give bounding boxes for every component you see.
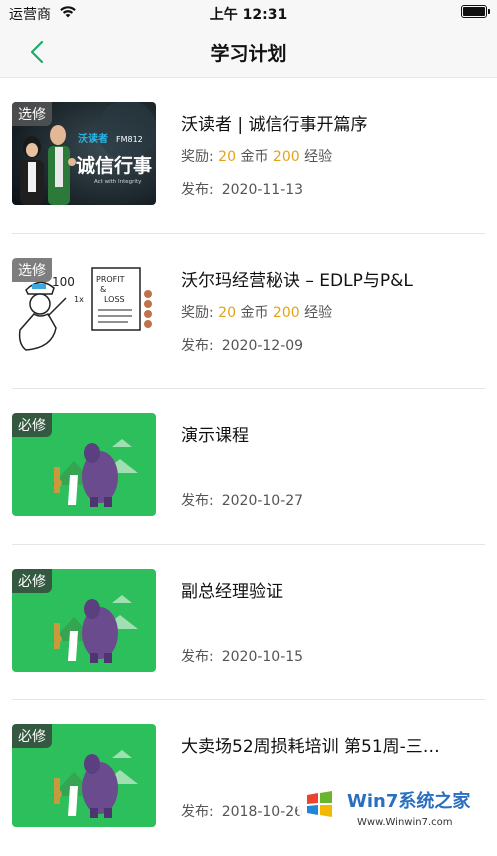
course-title[interactable]: 副总经理验证 <box>181 577 471 602</box>
publish-date: 2020-11-13 <box>222 182 303 198</box>
required-tag: 必修 <box>12 569 52 593</box>
publish-label: 发布: <box>181 493 214 509</box>
exp-value: 200 <box>273 305 300 321</box>
thumb-small-text: 1x <box>74 295 84 304</box>
publish-label: 发布: <box>181 338 214 354</box>
coin-unit: 金币 <box>240 305 268 321</box>
list-item[interactable]: 沃读者 FM812 诚信行事 Act with Integrity 选修 沃读者… <box>0 78 497 234</box>
watermark-url: Www.Winwin7.com <box>357 817 452 828</box>
reward-row: 奖励: 20 金币 200 经验 <box>181 302 332 322</box>
publish-date: 2020-12-09 <box>222 338 303 354</box>
course-thumbnail: 100 1x PROFIT & LOSS 选修 <box>12 258 156 361</box>
reward-label: 奖励: <box>181 149 214 165</box>
course-thumbnail: 必修 <box>12 569 156 672</box>
watermark-logo: Win7系统之家 Www.Winwin7.com <box>295 773 491 833</box>
thumb-loss-text: LOSS <box>104 295 125 304</box>
reward-label: 奖励: <box>181 305 214 321</box>
publish-date-row: 发布: 2020-12-09 <box>181 335 303 355</box>
thumb-number-text: 100 <box>52 275 75 289</box>
publish-date-row: 发布: 2018-10-26 <box>181 801 303 821</box>
list-item[interactable]: 必修 副总经理验证 发布: 2020-10-15 <box>0 545 497 701</box>
required-tag: 必修 <box>12 413 52 437</box>
list-item[interactable]: 必修 演示课程 发布: 2020-10-27 <box>0 389 497 545</box>
publish-date: 2020-10-15 <box>222 649 303 665</box>
required-tag: 必修 <box>12 724 52 748</box>
elective-tag: 选修 <box>12 258 52 282</box>
course-title[interactable]: 大卖场52周损耗培训 第51周-三… <box>181 732 471 757</box>
coin-unit: 金币 <box>240 149 268 165</box>
publish-date-row: 发布: 2020-10-27 <box>181 490 303 510</box>
thumb-headline-text: 诚信行事 <box>76 154 152 177</box>
publish-label: 发布: <box>181 649 214 665</box>
status-bar: 运营商 上午 12:31 <box>0 0 497 26</box>
coin-value: 20 <box>218 149 236 165</box>
publish-date: 2020-10-27 <box>222 493 303 509</box>
elective-tag: 选修 <box>12 102 52 126</box>
thumb-channel-text: FM812 <box>116 135 143 144</box>
exp-unit: 经验 <box>304 305 332 321</box>
reward-row: 奖励: 20 金币 200 经验 <box>181 146 332 166</box>
page-title: 学习计划 <box>0 39 497 66</box>
thumb-sub-text: Act with Integrity <box>94 179 142 185</box>
publish-label: 发布: <box>181 804 214 820</box>
course-thumbnail: 沃读者 FM812 诚信行事 Act with Integrity 选修 <box>12 102 156 205</box>
list-item[interactable]: 100 1x PROFIT & LOSS 选修 沃尔玛经营秘诀 – EDLP与P… <box>0 234 497 390</box>
exp-unit: 经验 <box>304 149 332 165</box>
course-title[interactable]: 演示课程 <box>181 421 471 446</box>
course-title[interactable]: 沃尔玛经营秘诀 – EDLP与P&L <box>181 266 471 291</box>
course-thumbnail: 必修 <box>12 724 156 827</box>
publish-date-row: 发布: 2020-11-13 <box>181 179 303 199</box>
watermark-brand: Win7系统之家 <box>347 790 471 812</box>
status-time: 上午 12:31 <box>0 4 497 24</box>
battery-icon <box>461 5 487 18</box>
thumb-profit-text: PROFIT <box>96 275 125 284</box>
publish-date-row: 发布: 2020-10-15 <box>181 646 303 666</box>
course-title[interactable]: 沃读者 | 诚信行事开篇序 <box>181 110 471 135</box>
coin-value: 20 <box>218 305 236 321</box>
publish-label: 发布: <box>181 182 214 198</box>
thumb-brand-text: 沃读者 <box>78 132 108 145</box>
course-thumbnail: 必修 <box>12 413 156 516</box>
navigation-bar: 学习计划 <box>0 26 497 78</box>
course-list: 沃读者 FM812 诚信行事 Act with Integrity 选修 沃读者… <box>0 78 497 856</box>
exp-value: 200 <box>273 149 300 165</box>
publish-date: 2018-10-26 <box>222 804 303 820</box>
thumb-amp-text: & <box>100 285 106 294</box>
